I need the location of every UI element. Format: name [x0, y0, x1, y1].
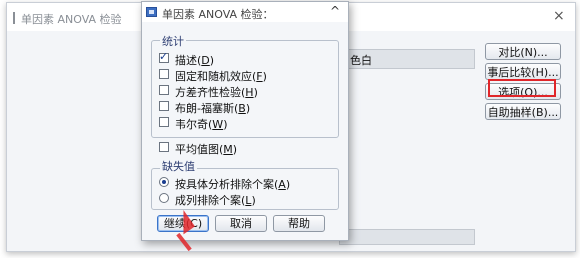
checkbox-icon[interactable]	[159, 142, 169, 152]
statistics-group-label: 统计	[160, 33, 186, 49]
close-icon[interactable]: ×	[553, 9, 565, 23]
options-dialog: 单因素 ANOVA 检验： ^ 统计 描述(D) 固定和随机效应(F) 方差齐性…	[141, 1, 349, 241]
options-highlight-box	[488, 79, 556, 97]
dependent-list-item[interactable]: 色白	[350, 52, 372, 68]
exclude-analysis-by-analysis-label: 按具体分析排除个案(A)	[175, 178, 291, 191]
checkbox-checked-icon[interactable]	[159, 50, 169, 63]
welch-label: 韦尔奇(W)	[175, 118, 228, 131]
bootstrap-button[interactable]: 自助抽样(B)...	[485, 103, 561, 120]
descriptive-label: 描述(D)	[175, 54, 215, 67]
title-divider	[13, 12, 15, 24]
cancel-button[interactable]: 取消	[215, 215, 267, 232]
exclude-listwise-label: 成列排除个案(L)	[175, 194, 256, 207]
dependent-list[interactable]: 色白	[339, 49, 475, 69]
fixed-random-effects-label: 固定和随机效应(F)	[175, 70, 267, 83]
checkbox-icon[interactable]	[159, 101, 169, 111]
radio-selected-icon[interactable]	[159, 177, 169, 187]
missing-values-group-label: 缺失值	[160, 158, 197, 174]
checkbox-icon[interactable]	[159, 85, 169, 95]
contrast-button[interactable]: 对比(N)...	[485, 43, 561, 60]
brown-forsythe-label: 布朗-福塞斯(B)	[175, 102, 251, 115]
main-dialog-title: 单因素 ANOVA 检验	[21, 13, 122, 26]
help-button[interactable]: 帮助	[273, 215, 325, 232]
radio-icon[interactable]	[159, 193, 169, 203]
homogeneity-test-label: 方差齐性检验(H)	[175, 86, 258, 99]
collapse-icon[interactable]: ^	[330, 4, 340, 18]
means-plot-label: 平均值图(M)	[175, 143, 238, 156]
post-hoc-button[interactable]: 事后比较(H)...	[485, 63, 561, 80]
factor-field[interactable]	[339, 229, 475, 245]
checkbox-icon[interactable]	[159, 69, 169, 79]
options-dialog-title: 单因素 ANOVA 检验：	[162, 8, 274, 21]
options-titlebar: 单因素 ANOVA 检验： ^	[142, 2, 348, 22]
checkbox-icon[interactable]	[159, 117, 169, 127]
spss-app-icon	[146, 7, 157, 17]
